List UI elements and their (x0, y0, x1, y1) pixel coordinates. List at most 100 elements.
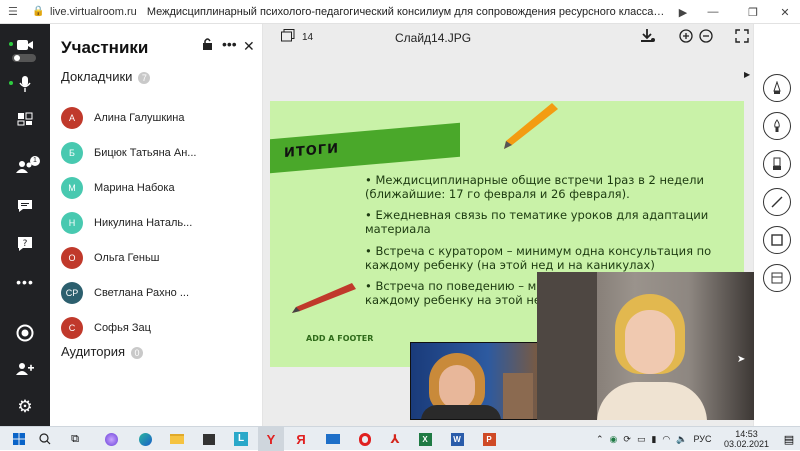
marker-tool-icon[interactable] (763, 150, 791, 178)
participant-video-large[interactable]: ➤ (537, 272, 754, 420)
participant-video-small[interactable] (410, 342, 538, 420)
slide-heading: ИТОГИ (284, 141, 339, 162)
language-indicator[interactable]: РУС (694, 434, 712, 444)
participant-row[interactable]: С Софья Зац (61, 315, 257, 341)
camera-status-icon[interactable]: ▶ (670, 0, 696, 24)
yandex-browser-icon[interactable]: Y (258, 427, 284, 451)
slide-bullet: • Встреча с куратором – минимум одна кон… (365, 244, 712, 272)
left-toolbar: 1 ? ••• ⚙ (0, 24, 50, 426)
browser-titlebar: ☰ 🔒 live.virtualroom.ru Междисциплинарны… (0, 0, 800, 24)
chat-icon[interactable] (0, 191, 50, 221)
speakers-count: 7 (138, 71, 151, 84)
edge-icon[interactable] (132, 427, 158, 451)
participant-name: Софья Зац (94, 322, 151, 334)
powerpoint-icon[interactable]: P (476, 427, 502, 451)
rectangle-tool-icon[interactable] (763, 226, 791, 254)
windows-start-icon[interactable] (6, 427, 32, 451)
clock-time: 14:53 (735, 429, 758, 439)
participant-row[interactable]: Б Бицюк Татьяна Ан... (61, 140, 257, 166)
participant-row[interactable]: А Алина Галушкина (61, 105, 257, 131)
panel-title: Участники (61, 38, 149, 57)
lock-icon: 🔒 (32, 6, 45, 17)
speakers-label: Докладчики (61, 69, 133, 84)
avatar: О (61, 247, 83, 269)
participant-row[interactable]: Н Никулина Наталь... (61, 210, 257, 236)
search-icon[interactable] (32, 427, 58, 451)
excel-icon[interactable]: X (412, 427, 438, 451)
panel-more-icon[interactable]: ••• (222, 36, 237, 52)
avatar: А (61, 107, 83, 129)
participant-name: Алина Галушкина (94, 112, 185, 124)
participant-row[interactable]: М Марина Набока (61, 175, 257, 201)
clock[interactable]: 14:53 03.02.2021 (724, 427, 769, 451)
app-l-icon[interactable]: L (228, 427, 254, 451)
participant-name: Ольга Геньш (94, 252, 160, 264)
pen-tool-icon[interactable] (763, 74, 791, 102)
participants-panel: Участники ••• ✕ Докладчики 7 А Алина Галуш… (50, 24, 263, 426)
settings-icon[interactable]: ⚙ (0, 392, 50, 422)
svg-text:?: ? (23, 239, 28, 249)
download-icon[interactable] (641, 29, 655, 46)
yandex-icon[interactable]: Я (288, 427, 314, 451)
system-tray: ⌃ ◉ ⟳ ▭ ▮ ◠ 🔈 РУС (596, 427, 712, 451)
acrobat-icon[interactable]: ⅄ (382, 427, 408, 451)
file-name: Слайд14.JPG (395, 31, 472, 45)
participant-name: Бицюк Татьяна Ан... (94, 147, 197, 159)
slide-bullet: • Ежедневная связь по тематике уроков дл… (365, 208, 709, 236)
participants-icon[interactable]: 1 (0, 152, 50, 182)
clock-date: 03.02.2021 (724, 439, 770, 449)
word-icon[interactable]: W (444, 427, 470, 451)
mail-icon[interactable] (320, 427, 346, 451)
participant-row[interactable]: О Ольга Геньш (61, 245, 257, 271)
more-tools-icon[interactable] (763, 264, 791, 292)
task-view-icon[interactable]: ⧉ (62, 427, 88, 451)
speakers-section[interactable]: Докладчики 7 (61, 69, 151, 84)
line-tool-icon[interactable] (763, 188, 791, 216)
battery-icon[interactable]: ▮ (651, 434, 656, 445)
page-title: Междисциплинарный психолого-педагогическ… (146, 5, 667, 18)
slide-footer: ADD A FOOTER (306, 334, 374, 343)
close-window-icon[interactable]: ✕ (772, 0, 798, 24)
screen-share-icon[interactable] (0, 104, 50, 134)
alice-icon[interactable] (98, 427, 124, 451)
add-user-icon[interactable] (0, 354, 50, 384)
notifications-icon[interactable]: ▤ (776, 427, 800, 451)
app-menu-icon[interactable]: ☰ (8, 5, 18, 18)
minimize-icon[interactable]: — (700, 0, 726, 24)
store-icon[interactable] (196, 427, 222, 451)
opera-icon[interactable] (352, 427, 378, 451)
participant-row[interactable]: СР Светлана Рахно ... (61, 280, 257, 306)
pencil-bottom-image (292, 283, 356, 313)
zoom-in-icon[interactable] (679, 29, 693, 46)
slide-bullet: • Междисциплинарные общие встречи 1раз в… (365, 173, 704, 201)
zoom-out-icon[interactable] (699, 29, 713, 46)
pages-icon[interactable] (281, 29, 295, 45)
expand-toolbar-icon[interactable]: ▶ (744, 70, 750, 79)
brush-tool-icon[interactable] (763, 112, 791, 140)
file-explorer-icon[interactable] (164, 427, 190, 451)
record-icon[interactable] (0, 318, 50, 348)
avatar: С (61, 317, 83, 339)
address-url[interactable]: live.virtualroom.ru (50, 6, 137, 18)
question-icon[interactable]: ? (0, 229, 50, 259)
restore-icon[interactable]: ❐ (740, 0, 766, 24)
avatar: Н (61, 212, 83, 234)
volume-icon[interactable]: 🔈 (676, 434, 687, 445)
fit-screen-icon[interactable] (735, 29, 749, 46)
hd-toggle[interactable] (12, 54, 36, 62)
taskbar: ⧉ L Y Я ⅄ X W P ⌃ ◉ ⟳ ▭ ▮ ◠ 🔈 РУС 14:53 … (0, 426, 800, 451)
tray-chevron-icon[interactable]: ⌃ (596, 434, 604, 445)
lock-panel-icon[interactable] (202, 38, 213, 54)
more-icon[interactable]: ••• (0, 267, 50, 297)
wifi-icon[interactable]: ◠ (662, 434, 670, 445)
participant-name: Светлана Рахно ... (94, 287, 190, 299)
heading-banner: ИТОГИ (270, 122, 460, 174)
drawing-toolbar (753, 24, 800, 426)
audience-section[interactable]: Аудитория 0 (61, 344, 144, 359)
close-panel-icon[interactable]: ✕ (243, 38, 255, 55)
pencil-top-image (504, 103, 558, 149)
microphone-icon[interactable] (0, 69, 50, 99)
tray-app-icon[interactable]: ◉ (610, 434, 618, 445)
tray-sync-icon[interactable]: ⟳ (623, 434, 631, 445)
tray-network-icon[interactable]: ▭ (637, 434, 646, 445)
